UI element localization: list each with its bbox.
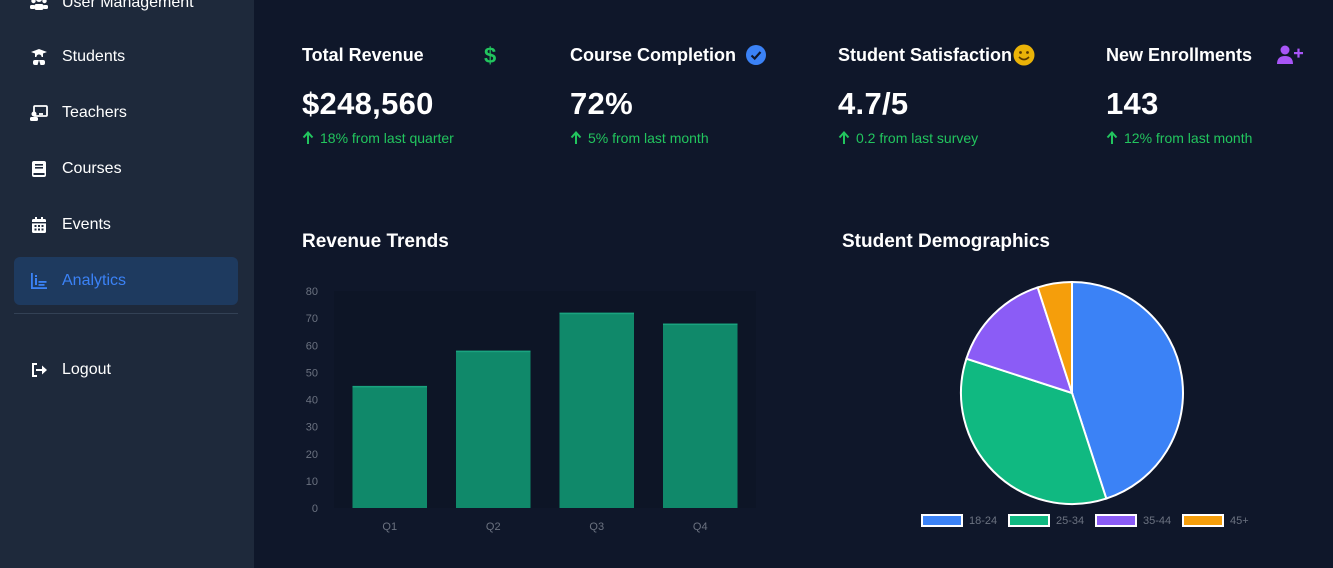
x-tick-label: Q1 <box>382 521 397 533</box>
stat-card-student-satisfaction: Student Satisfaction 4.7/5 0.2 from last… <box>838 40 1038 146</box>
bar-top-edge <box>352 385 428 388</box>
x-tick-label: Q2 <box>486 521 501 533</box>
stat-value: 143 <box>1106 86 1159 121</box>
x-tick-label: Q4 <box>693 521 708 533</box>
smile-icon <box>1013 44 1035 66</box>
bar-top-edge <box>559 312 635 315</box>
sidebar: User Management Students Teachers Course… <box>0 0 254 568</box>
arrow-up-icon <box>838 131 850 145</box>
calendar-icon <box>30 216 48 234</box>
stat-value: $248,560 <box>302 86 434 121</box>
y-tick-label: 30 <box>306 422 318 434</box>
stat-card-new-enrollments: New Enrollments 143 12% from last month <box>1106 40 1306 146</box>
x-tick-label: Q3 <box>589 521 604 533</box>
book-icon <box>30 160 48 178</box>
legend-label: 18-24 <box>969 515 997 527</box>
stat-change: 18% from last quarter <box>302 130 502 146</box>
arrow-up-icon <box>1106 131 1118 145</box>
users-icon <box>30 0 48 12</box>
sidebar-item-label: Teachers <box>62 104 127 121</box>
user-plus-icon <box>1277 45 1304 65</box>
stat-title: New Enrollments <box>1106 44 1253 65</box>
y-tick-label: 40 <box>306 395 318 407</box>
revenue-chart-title: Revenue Trends <box>302 231 449 252</box>
y-tick-label: 20 <box>306 449 318 461</box>
sidebar-item-courses[interactable]: Courses <box>14 145 238 193</box>
bar-top-edge <box>455 350 531 353</box>
stat-title: Course Completion <box>570 44 737 65</box>
teacher-icon <box>30 104 48 122</box>
y-tick-label: 80 <box>306 286 318 298</box>
sidebar-item-analytics[interactable]: Analytics <box>14 257 238 305</box>
stat-title: Student Satisfaction <box>838 44 1013 65</box>
stat-title: Total Revenue <box>302 44 424 65</box>
demographics-chart-title: Student Demographics <box>842 231 1050 252</box>
bar-q4[interactable] <box>662 323 738 508</box>
sidebar-item-label: User Management <box>62 0 194 11</box>
graduate-icon <box>30 48 48 66</box>
legend-label: 25-34 <box>1056 515 1084 527</box>
bar-top-edge <box>662 323 738 326</box>
stat-card-course-completion: Course Completion 72% 5% from last month <box>570 40 770 146</box>
stat-change-text: 18% from last quarter <box>320 130 454 146</box>
main-content: Total Revenue $ $248,560 18% from last q… <box>254 0 1333 568</box>
sidebar-item-user-management[interactable]: User Management <box>14 0 238 27</box>
sidebar-item-events[interactable]: Events <box>14 201 238 249</box>
bar-q1[interactable] <box>352 385 428 508</box>
logout-button[interactable]: Logout <box>14 346 238 394</box>
y-tick-label: 50 <box>306 367 318 379</box>
revenue-bar-chart: 0 10 20 30 40 50 60 70 80 Q1 Q2 Q3 Q4 <box>306 286 756 533</box>
bar-q3[interactable] <box>559 312 635 508</box>
arrow-up-icon <box>570 131 582 145</box>
sidebar-item-label: Students <box>62 48 126 65</box>
sidebar-item-label: Courses <box>62 160 122 177</box>
stat-change: 5% from last month <box>570 130 770 146</box>
legend-swatch <box>1008 514 1050 527</box>
demographics-pie-chart: 18-24 25-34 35-44 45+ <box>921 280 1249 527</box>
legend-swatch <box>1095 514 1137 527</box>
legend-swatch <box>921 514 963 527</box>
svg-text:$: $ <box>484 44 496 66</box>
stat-change-text: 0.2 from last survey <box>856 130 979 146</box>
sidebar-item-teachers[interactable]: Teachers <box>14 89 238 137</box>
dollar-icon: $ <box>484 44 498 66</box>
sidebar-item-label: Analytics <box>62 272 127 289</box>
logout-icon <box>30 361 48 379</box>
check-badge-icon <box>746 45 767 65</box>
stat-change: 0.2 from last survey <box>838 130 1038 146</box>
sidebar-divider <box>14 313 238 314</box>
y-tick-label: 10 <box>306 476 318 488</box>
sidebar-item-students[interactable]: Students <box>14 33 238 81</box>
stat-change: 12% from last month <box>1106 130 1306 146</box>
stat-change-text: 5% from last month <box>588 130 709 146</box>
stat-value: 72% <box>570 86 633 121</box>
chart-icon <box>30 272 48 290</box>
bar-q2[interactable] <box>455 350 531 508</box>
stat-change-text: 12% from last month <box>1124 130 1253 146</box>
stat-card-total-revenue: Total Revenue $ $248,560 18% from last q… <box>302 40 502 146</box>
y-tick-label: 70 <box>306 313 318 325</box>
sidebar-item-label: Events <box>62 216 111 233</box>
logout-label: Logout <box>62 361 111 378</box>
stat-value: 4.7/5 <box>838 86 909 121</box>
legend-swatch <box>1182 514 1224 527</box>
legend-label: 45+ <box>1230 515 1249 527</box>
legend-label: 35-44 <box>1143 515 1171 527</box>
arrow-up-icon <box>302 131 314 145</box>
y-tick-label: 60 <box>306 340 318 352</box>
y-tick-label: 0 <box>312 503 318 515</box>
